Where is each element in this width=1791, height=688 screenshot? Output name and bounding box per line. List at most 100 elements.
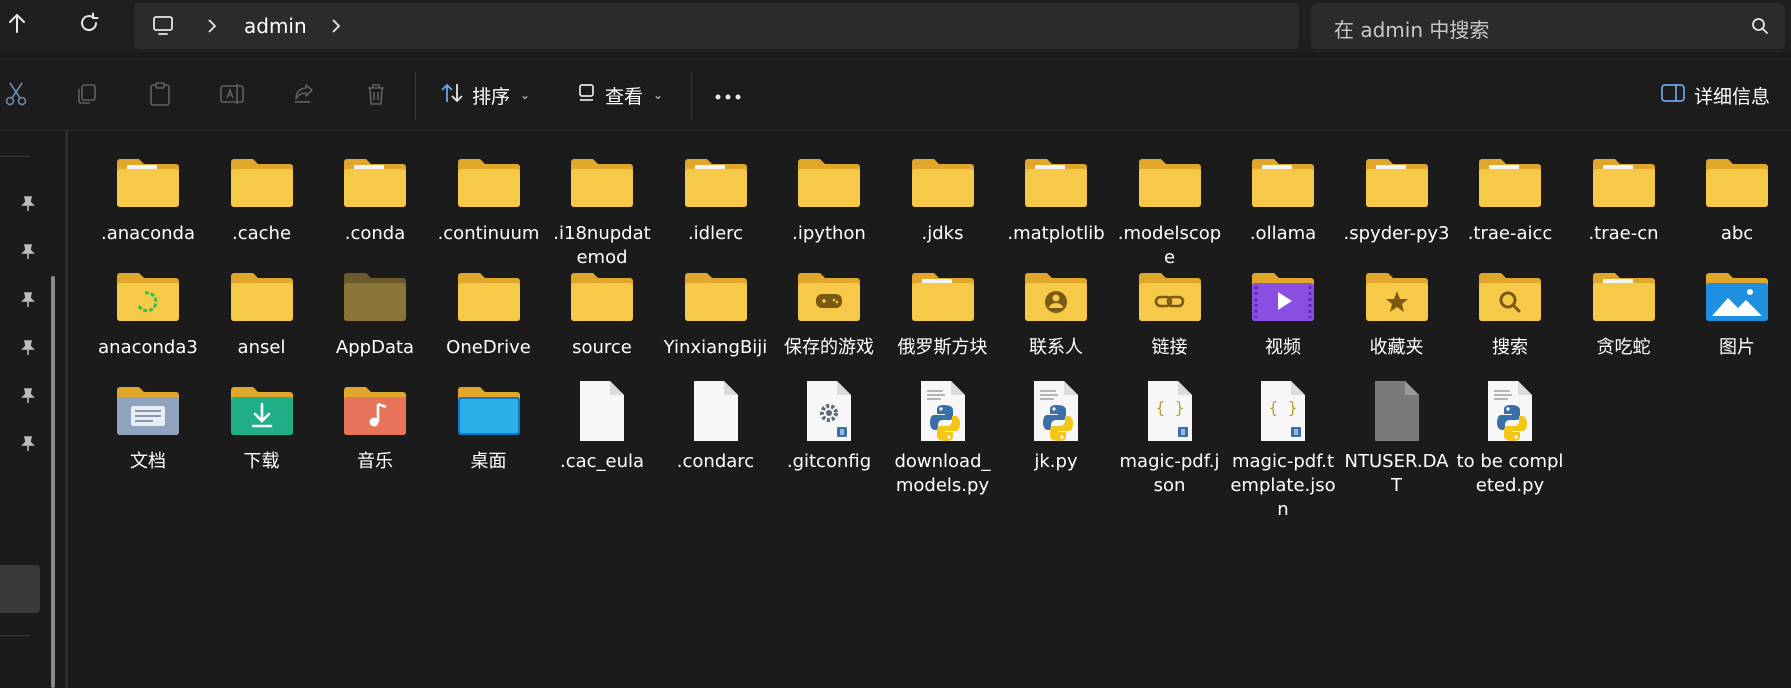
file-item[interactable]: .modelscope	[1114, 145, 1226, 270]
file-item[interactable]: 收藏夹	[1341, 259, 1453, 360]
file-item[interactable]: jk.py	[1000, 373, 1112, 474]
search-input[interactable]: 在 admin 中搜索	[1334, 14, 1489, 43]
file-name: .trae-cn	[1588, 223, 1659, 244]
file-item[interactable]: .i18nupdatemod	[546, 145, 658, 270]
chevron-right-icon[interactable]	[206, 18, 218, 38]
file-item[interactable]: 文档	[92, 373, 204, 474]
folder-hidden-icon-graphic	[344, 273, 406, 321]
file-name: 文档	[130, 451, 166, 472]
file-item[interactable]: .condarc	[660, 373, 772, 474]
file-item[interactable]: .matplotlib	[1000, 145, 1112, 246]
file-item[interactable]: AppData	[319, 259, 431, 360]
links-folder-icon	[1131, 259, 1209, 335]
file-name: .spyder-py3	[1343, 223, 1450, 244]
copy-button[interactable]	[73, 82, 101, 110]
file-item[interactable]: 图片	[1681, 259, 1791, 360]
file-item[interactable]: source	[546, 259, 658, 360]
file-item[interactable]: .gitconfig	[773, 373, 885, 474]
pane-splitter[interactable]	[65, 131, 68, 688]
search-icon[interactable]	[1751, 17, 1769, 39]
file-item[interactable]: .anaconda	[92, 145, 204, 246]
file-item[interactable]: download_models.py	[887, 373, 999, 498]
delete-button[interactable]	[362, 82, 390, 110]
up-button[interactable]	[0, 8, 34, 42]
file-item[interactable]: OneDrive	[433, 259, 545, 360]
file-item[interactable]: to be completed.py	[1454, 373, 1566, 498]
saved-games-folder-icon	[790, 259, 868, 335]
paste-button[interactable]	[146, 82, 174, 110]
file-item[interactable]: 链接	[1114, 259, 1226, 360]
file-item[interactable]: .idlerc	[660, 145, 772, 246]
python-file-icon	[1017, 373, 1095, 449]
file-item[interactable]: .trae-aicc	[1454, 145, 1566, 246]
sort-button[interactable]: 排序 ⌄	[440, 78, 530, 112]
navigation-pane[interactable]	[0, 131, 68, 688]
pin-icon[interactable]	[17, 193, 39, 215]
file-item[interactable]: .trae-cn	[1568, 145, 1680, 246]
pin-icon[interactable]	[17, 433, 39, 455]
file-item[interactable]: ansel	[206, 259, 318, 360]
selected-nav-item[interactable]	[0, 565, 40, 613]
pin-icon[interactable]	[17, 241, 39, 263]
file-item[interactable]: abc	[1681, 145, 1791, 246]
refresh-button[interactable]	[72, 8, 106, 42]
file-name: .gitconfig	[786, 451, 872, 472]
folder-doc-icon	[1585, 259, 1663, 335]
file-item[interactable]: .jdks	[887, 145, 999, 246]
file-item[interactable]: YinxiangBiji	[660, 259, 772, 360]
file-item[interactable]: 桌面	[433, 373, 545, 474]
pin-icon[interactable]	[17, 337, 39, 359]
file-name: YinxiangBiji	[663, 337, 768, 358]
file-item[interactable]: 俄罗斯方块	[887, 259, 999, 360]
folder-icon	[563, 145, 641, 221]
view-button[interactable]: 查看 ⌄	[577, 78, 663, 112]
nav-scrollbar[interactable]	[51, 276, 55, 688]
file-name: .condarc	[676, 451, 755, 472]
file-item[interactable]: 搜索	[1454, 259, 1566, 360]
file-item[interactable]: NTUSER.DAT	[1341, 373, 1453, 498]
divider	[0, 156, 30, 157]
file-name: 俄罗斯方块	[897, 337, 988, 358]
file-item[interactable]: 保存的游戏	[773, 259, 885, 360]
folder-icon-graphic	[1138, 159, 1201, 207]
file-item[interactable]: .continuum	[433, 145, 545, 246]
toolbar-separator	[415, 72, 416, 120]
documents-folder-icon	[109, 373, 187, 449]
file-item[interactable]: .spyder-py3	[1341, 145, 1453, 246]
contacts-folder-icon-graphic	[1025, 273, 1087, 321]
more-options-button[interactable]	[714, 78, 742, 112]
folder-icon-graphic	[571, 159, 633, 207]
file-item[interactable]: .cache	[206, 145, 318, 246]
rename-button[interactable]	[218, 82, 246, 110]
address-bar[interactable]: admin	[134, 3, 1299, 49]
file-item[interactable]: .conda	[319, 145, 431, 246]
search-box[interactable]: 在 admin 中搜索	[1311, 3, 1785, 49]
file-item[interactable]: anaconda3	[92, 259, 204, 360]
file-item[interactable]: 视频	[1227, 259, 1339, 360]
file-item[interactable]: 音乐	[319, 373, 431, 474]
file-item[interactable]: .ollama	[1227, 145, 1339, 246]
pin-icon[interactable]	[17, 289, 39, 311]
file-item[interactable]: .ipython	[773, 145, 885, 246]
file-name: 保存的游戏	[784, 337, 874, 358]
folder-icon-graphic	[571, 273, 633, 321]
config-file-icon	[790, 373, 868, 449]
cut-button[interactable]	[2, 82, 30, 110]
file-item[interactable]: 贪吃蛇	[1568, 259, 1680, 360]
file-item[interactable]: { } magic-pdf.json	[1114, 373, 1226, 498]
file-item[interactable]: 下载	[206, 373, 318, 474]
refresh-icon	[78, 12, 100, 38]
breadcrumb-admin[interactable]: admin	[244, 14, 307, 38]
file-name: 桌面	[470, 451, 507, 472]
file-item[interactable]: 联系人	[1000, 259, 1112, 360]
share-button[interactable]	[290, 82, 318, 110]
file-name: 收藏夹	[1369, 337, 1424, 358]
file-item[interactable]: .cac_eula	[546, 373, 658, 474]
details-pane-button[interactable]: 详细信息	[1660, 78, 1770, 112]
pin-icon[interactable]	[17, 385, 39, 407]
json-file-icon-graphic: { }	[1147, 381, 1192, 441]
chevron-right-icon[interactable]	[330, 18, 342, 38]
this-pc-icon[interactable]	[152, 15, 176, 41]
file-item[interactable]: { } magic-pdf.template.json	[1227, 373, 1339, 522]
file-name: 贪吃蛇	[1596, 337, 1651, 358]
